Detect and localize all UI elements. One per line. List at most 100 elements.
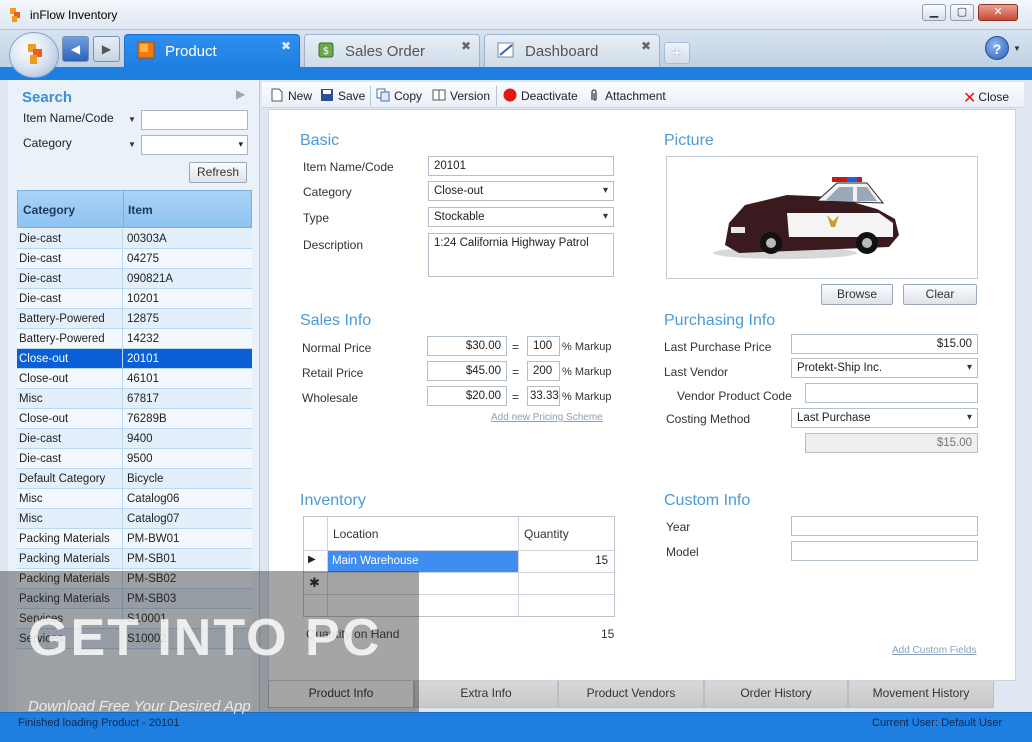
column-divider xyxy=(122,389,123,409)
location-column-header[interactable]: Location xyxy=(333,527,378,541)
column-header-category[interactable]: Category xyxy=(23,203,75,217)
close-window-button[interactable]: ✕ xyxy=(978,4,1018,21)
description-textarea[interactable]: 1:24 California Highway Patrol xyxy=(428,233,614,277)
custom-section-title: Custom Info xyxy=(664,492,751,509)
category-select[interactable]: Close-out xyxy=(428,181,614,201)
collapse-panel-icon[interactable]: ▶ xyxy=(236,87,245,101)
minimize-button[interactable]: ▁ xyxy=(922,4,946,21)
close-product-button[interactable]: ✕ Close xyxy=(963,88,1009,108)
table-row[interactable]: Die-cast 04275 xyxy=(17,249,252,269)
last-vendor-select[interactable]: Protekt-Ship Inc. xyxy=(791,358,978,378)
save-button[interactable]: Save xyxy=(320,88,365,103)
filter-dropdown-icon[interactable]: ▼ xyxy=(128,115,136,124)
forward-button[interactable]: ▶ xyxy=(93,36,120,62)
app-menu-button[interactable] xyxy=(9,32,59,78)
table-row[interactable]: Die-cast 00303A xyxy=(17,229,252,249)
table-row[interactable]: Misc Catalog07 xyxy=(17,509,252,529)
category-cell: Die-cast xyxy=(19,293,62,305)
tab-movement-history[interactable]: Movement History xyxy=(848,681,994,708)
vendor-product-code-input[interactable] xyxy=(805,383,978,403)
category-cell: Die-cast xyxy=(19,253,62,265)
maximize-button[interactable]: ▢ xyxy=(950,4,974,21)
minimize-icon: ▁ xyxy=(929,6,939,18)
item-cell: 14232 xyxy=(127,333,159,345)
table-row[interactable]: Close-out 20101 xyxy=(17,349,252,369)
item-cell: 67817 xyxy=(127,393,159,405)
last-purchase-price-input[interactable]: $15.00 xyxy=(791,334,978,354)
normal-price-label: Normal Price xyxy=(302,341,372,355)
new-button[interactable]: New xyxy=(270,88,312,103)
close-label: Close xyxy=(978,90,1010,104)
wholesale-price-input[interactable]: $20.00 xyxy=(427,386,507,406)
status-message: Finished loading Product - 20101 xyxy=(18,717,180,729)
add-tab-button[interactable]: + xyxy=(664,42,690,64)
column-divider xyxy=(122,549,123,569)
table-row[interactable]: Default Category Bicycle xyxy=(17,469,252,489)
add-custom-fields-link[interactable]: Add Custom Fields xyxy=(892,645,976,656)
tab-extra-info[interactable]: Extra Info xyxy=(414,681,558,708)
item-name-input[interactable]: 20101 xyxy=(428,156,614,176)
quantity-value[interactable]: 15 xyxy=(595,555,608,567)
table-row[interactable]: Close-out 46101 xyxy=(17,369,252,389)
refresh-button[interactable]: Refresh xyxy=(189,162,247,183)
normal-price-input[interactable]: $30.00 xyxy=(427,336,507,356)
category-filter-select[interactable]: ▾ xyxy=(141,135,248,155)
table-row[interactable]: Close-out 76289B xyxy=(17,409,252,429)
tab-close-icon[interactable]: ✖ xyxy=(461,39,471,53)
quantity-column-header[interactable]: Quantity xyxy=(524,527,569,541)
vendor-product-code-label: Vendor Product Code xyxy=(677,389,792,403)
table-row[interactable]: Die-cast 090821A xyxy=(17,269,252,289)
normal-markup-input[interactable]: 100 xyxy=(527,336,560,356)
wholesale-markup-input[interactable]: 33.33 xyxy=(527,386,560,406)
add-pricing-scheme-link[interactable]: Add new Pricing Scheme xyxy=(491,412,603,423)
retail-markup-input[interactable]: 200 xyxy=(527,361,560,381)
filter-dropdown-icon[interactable]: ▼ xyxy=(128,140,136,149)
help-dropdown-icon[interactable]: ▼ xyxy=(1013,44,1021,53)
table-row[interactable]: Misc Catalog06 xyxy=(17,489,252,509)
tab-product-vendors[interactable]: Product Vendors xyxy=(558,681,704,708)
model-input[interactable] xyxy=(791,541,978,561)
tab-close-icon[interactable]: ✖ xyxy=(281,39,291,53)
watermark-text: GET INTO PC xyxy=(28,609,382,667)
tab-label: Dashboard xyxy=(525,43,599,60)
retail-price-input[interactable]: $45.00 xyxy=(427,361,507,381)
table-row[interactable]: Packing Materials PM-BW01 xyxy=(17,529,252,549)
browse-button[interactable]: Browse xyxy=(821,284,893,305)
tab-product[interactable]: Product ✖ xyxy=(124,34,300,67)
deactivate-button[interactable]: Deactivate xyxy=(503,88,578,103)
back-button[interactable]: ◀ xyxy=(62,36,89,62)
year-input[interactable] xyxy=(791,516,978,536)
table-row[interactable]: Battery-Powered 14232 xyxy=(17,329,252,349)
table-row[interactable]: Battery-Powered 12875 xyxy=(17,309,252,329)
tab-dashboard[interactable]: Dashboard ✖ xyxy=(484,34,660,67)
table-row[interactable]: Die-cast 9500 xyxy=(17,449,252,469)
tab-sales-order[interactable]: $ Sales Order ✖ xyxy=(304,34,480,67)
help-button[interactable]: ? xyxy=(985,36,1009,60)
clear-button[interactable]: Clear xyxy=(903,284,977,305)
column-divider xyxy=(122,349,123,369)
tab-close-icon[interactable]: ✖ xyxy=(641,39,651,53)
item-cell: 090821A xyxy=(127,273,174,285)
item-name-filter-input[interactable] xyxy=(141,110,248,130)
basic-section-title: Basic xyxy=(300,132,340,149)
location-cell-selected[interactable]: Main Warehouse xyxy=(328,551,518,572)
table-row[interactable]: Die-cast 9400 xyxy=(17,429,252,449)
sales-section-title: Sales Info xyxy=(300,312,372,329)
type-select[interactable]: Stockable xyxy=(428,207,614,227)
equals-sign: = xyxy=(512,340,520,354)
column-header-item[interactable]: Item xyxy=(128,203,153,217)
column-divider xyxy=(122,469,123,489)
deactivate-label: Deactivate xyxy=(521,89,578,103)
item-cell: 9500 xyxy=(127,453,153,465)
copy-button[interactable]: Copy xyxy=(376,88,422,103)
table-row[interactable]: Misc 67817 xyxy=(17,389,252,409)
dashboard-icon xyxy=(497,42,514,58)
costing-method-select[interactable]: Last Purchase xyxy=(791,408,978,428)
tab-order-history[interactable]: Order History xyxy=(704,681,848,708)
table-row[interactable]: Die-cast 10201 xyxy=(17,289,252,309)
year-label: Year xyxy=(666,520,691,534)
table-row[interactable]: Packing Materials PM-SB01 xyxy=(17,549,252,569)
version-button[interactable]: Version xyxy=(432,88,490,103)
police-car-image xyxy=(713,177,899,259)
attachment-button[interactable]: Attachment xyxy=(587,88,666,103)
